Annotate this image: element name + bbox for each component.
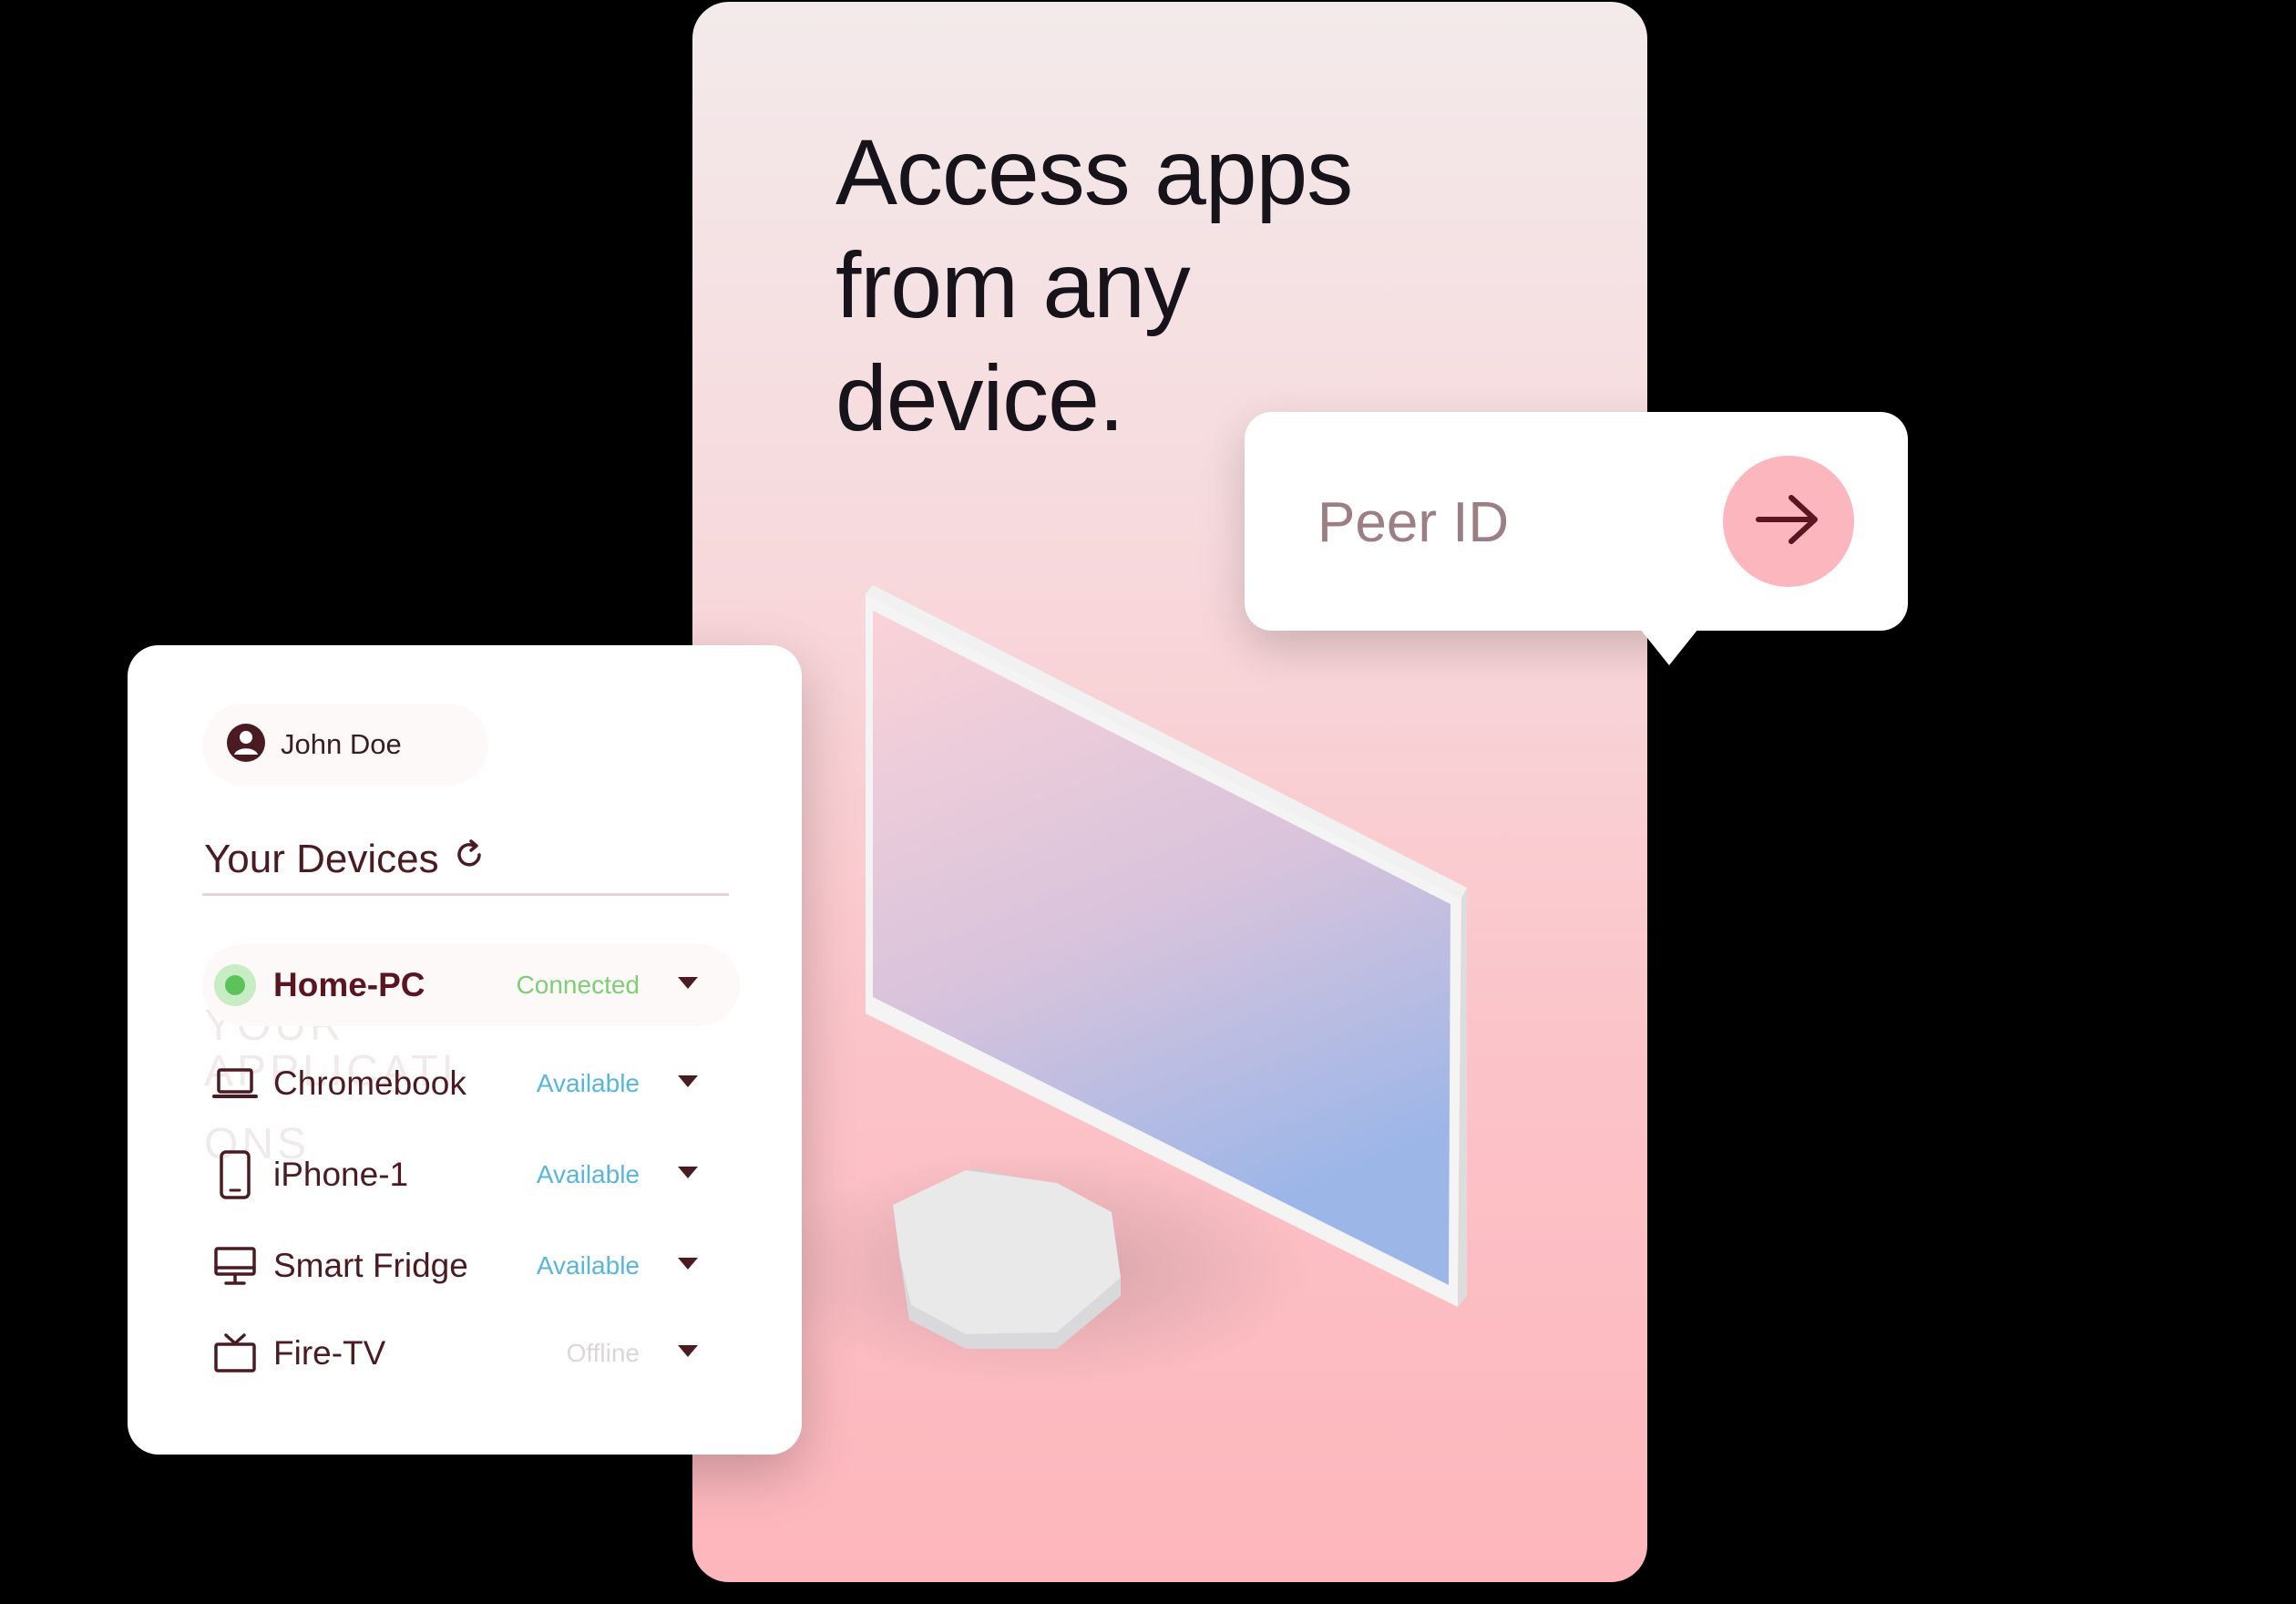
- device-row-iphone-1[interactable]: iPhone-1 Available: [202, 1134, 740, 1216]
- device-name: iPhone-1: [273, 1156, 409, 1193]
- device-status: Offline: [566, 1339, 640, 1367]
- user-profile-button[interactable]: John Doe: [202, 704, 488, 786]
- hero-panel: Access apps from any device.: [692, 2, 1647, 1582]
- device-row-chromebook[interactable]: Chromebook Available: [202, 1043, 740, 1125]
- device-name: Home-PC: [273, 966, 425, 1003]
- desktop-icon: [210, 1246, 261, 1286]
- peer-connect-button[interactable]: [1723, 456, 1854, 587]
- device-status: Available: [536, 1069, 640, 1097]
- peer-card-pointer: [1633, 620, 1706, 665]
- chevron-down-icon[interactable]: [678, 1344, 698, 1362]
- device-status: Available: [536, 1251, 640, 1280]
- peer-id-input[interactable]: Peer ID: [1317, 490, 1509, 555]
- status-dot-icon: [210, 964, 261, 1006]
- monitor-illustration: [765, 585, 1467, 1387]
- devices-title-text: Your Devices: [204, 837, 439, 881]
- chevron-down-icon[interactable]: [678, 1074, 698, 1093]
- tv-icon: [210, 1333, 261, 1373]
- device-name: Fire-TV: [273, 1334, 386, 1372]
- laptop-icon: [210, 1065, 261, 1102]
- user-name: John Doe: [281, 728, 402, 760]
- device-name: Smart Fridge: [273, 1247, 468, 1284]
- device-row-smart-fridge[interactable]: Smart Fridge Available: [202, 1225, 740, 1307]
- device-status: Available: [536, 1160, 640, 1188]
- chevron-down-icon[interactable]: [678, 1257, 698, 1275]
- devices-divider: [202, 893, 729, 896]
- arrow-right-icon: [1755, 492, 1822, 551]
- user-avatar-icon: [226, 723, 266, 767]
- device-name: Chromebook: [273, 1064, 466, 1102]
- device-row-fire-tv[interactable]: Fire-TV Offline: [202, 1312, 740, 1394]
- devices-card: John Doe Your Devices YOUR APPLICATI ONS…: [128, 645, 802, 1455]
- device-row-home-pc[interactable]: Home-PC Connected: [202, 944, 740, 1026]
- devices-title: Your Devices: [204, 837, 487, 882]
- refresh-icon[interactable]: [452, 837, 487, 882]
- phone-icon: [210, 1149, 261, 1200]
- chevron-down-icon[interactable]: [678, 1166, 698, 1184]
- chevron-down-icon[interactable]: [678, 976, 698, 994]
- peer-id-card: Peer ID: [1245, 412, 1908, 631]
- device-status: Connected: [516, 971, 640, 999]
